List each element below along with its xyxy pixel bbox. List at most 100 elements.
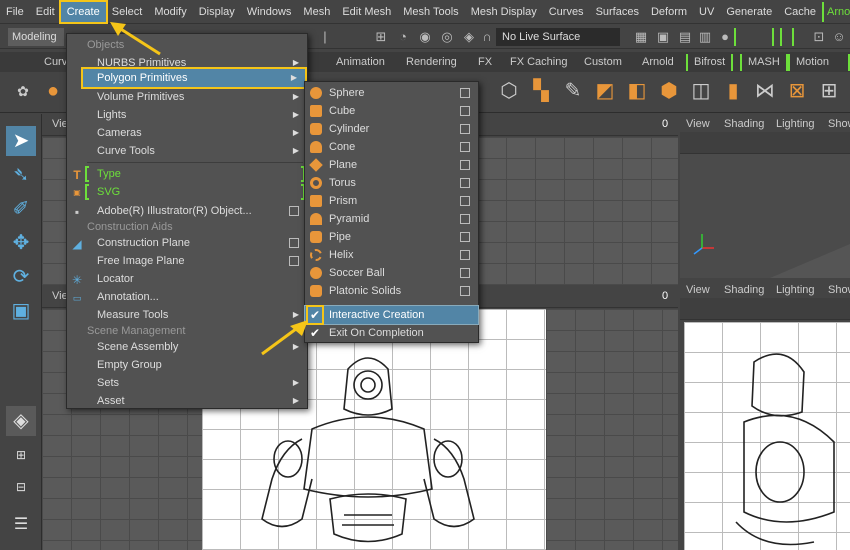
menu-select[interactable]: Select [106,2,149,22]
option-box-icon[interactable] [460,106,470,116]
bridge-icon[interactable]: ◧ [624,78,650,104]
poly-item-prism[interactable]: Prism [305,192,478,210]
vp-tr-lighting[interactable]: Lighting [776,118,815,130]
poly-item-cylinder[interactable]: Cylinder [305,120,478,138]
menu-curves[interactable]: Curves [543,2,590,22]
option-box-icon[interactable] [460,268,470,278]
option-box-icon[interactable] [460,214,470,224]
vp-br-shading[interactable]: Shading [724,284,764,296]
menu-generate[interactable]: Generate [720,2,778,22]
render-icon[interactable]: ▦ [632,28,650,46]
magnet-icon[interactable]: ∩ [478,28,496,46]
select-tool-icon[interactable]: ➤ [6,126,36,156]
ipr-icon[interactable]: ▤ [676,28,694,46]
option-box-icon[interactable] [460,286,470,296]
layout-four-icon[interactable]: ⊞ [6,440,36,470]
option-box-icon[interactable] [460,196,470,206]
snap-view-icon[interactable]: ◎ [438,28,456,46]
menu-item-empty-group[interactable]: Empty Group [67,356,307,374]
shelf-tab-arnold[interactable]: Arnold [636,54,680,71]
menu-uv[interactable]: UV [693,2,720,22]
snap-grid-icon[interactable]: ⊞ [372,28,390,46]
hypershade-icon[interactable]: ● [716,28,734,46]
menu-item-construction-plane[interactable]: ◢ Construction Plane [67,234,307,252]
character-icon[interactable]: ☺ [830,28,848,46]
poly-item-torus[interactable]: Torus [305,174,478,192]
menu-cache[interactable]: Cache [778,2,822,22]
poly-item-soccer-ball[interactable]: Soccer Ball [305,264,478,282]
menu-mesh[interactable]: Mesh [297,2,336,22]
target-weld-icon[interactable]: ⋈ [752,78,778,104]
menu-file[interactable]: File [0,2,30,22]
vp-br-view[interactable]: View [686,284,710,296]
shelf-tab-motion-graphics[interactable]: Motion Gra [788,54,850,85]
snap-point-icon[interactable]: ◉ [416,28,434,46]
insert-edge-icon[interactable]: ▮ [720,78,746,104]
poly-option-interactive-creation[interactable]: ✔ Interactive Creation [304,305,479,325]
poly-item-cube[interactable]: Cube [305,102,478,120]
menu-item-scene-assembly[interactable]: Scene Assembly ▶ [67,338,307,356]
option-box-icon[interactable] [289,256,299,266]
menu-arnold[interactable]: Arnold [822,1,850,22]
poly-item-plane[interactable]: Plane [305,156,478,174]
layout-single-icon[interactable]: ◈ [6,406,36,436]
menu-create[interactable]: Create [58,0,108,24]
menu-item-curve-tools[interactable]: Curve Tools ▶ [67,142,307,160]
render-settings-icon[interactable]: ▥ [696,28,714,46]
pencil-icon[interactable]: ✎ [560,78,586,104]
shelf-tab-bifrost[interactable]: Bifrost [686,54,734,71]
menu-display[interactable]: Display [193,2,241,22]
lasso-tool-icon[interactable]: ➴ [6,160,36,190]
shelf-settings-icon[interactable]: ✿ [10,78,36,104]
option-box-icon[interactable] [460,142,470,152]
bevel-icon[interactable]: ◩ [592,78,618,104]
menu-item-lights[interactable]: Lights ▶ [67,106,307,124]
menu-windows[interactable]: Windows [241,2,298,22]
menu-item-free-image-plane[interactable]: Free Image Plane [67,252,307,270]
scale-tool-icon[interactable]: ▣ [6,296,36,326]
option-box-icon[interactable] [460,88,470,98]
multicut-icon[interactable]: ◫ [688,78,714,104]
option-box-icon[interactable] [460,232,470,242]
live-surface-field[interactable]: No Live Surface [496,28,620,46]
paint-select-icon[interactable]: ✐ [6,194,36,224]
vp-br-lighting[interactable]: Lighting [776,284,815,296]
menu-item-svg[interactable]: ▣ SVG [67,183,307,201]
menu-edit[interactable]: Edit [30,2,61,22]
shelf-tab-rendering[interactable]: Rendering [400,54,463,71]
poly-option-exit-on-completion[interactable]: ✔ Exit On Completion [305,324,478,342]
snap-curve-icon[interactable]: ◔ [394,28,412,46]
vp-tr-view[interactable]: View [686,118,710,130]
menu-item-sets[interactable]: Sets ▶ [67,374,307,392]
combine-icon[interactable]: ▚ [528,78,554,104]
menu-item-annotation[interactable]: ▭ Annotation... [67,288,307,306]
menu-modify[interactable]: Modify [148,2,192,22]
extrude-icon[interactable]: ⬢ [656,78,682,104]
vp-tr-show[interactable]: Show [828,118,850,130]
viewport-top-right[interactable] [680,154,850,278]
poly-item-pyramid[interactable]: Pyramid [305,210,478,228]
menu-surfaces[interactable]: Surfaces [590,2,645,22]
render-region-icon[interactable]: ▣ [654,28,672,46]
menu-item-volume-primitives[interactable]: Volume Primitives ▶ [67,88,307,106]
poly-item-pipe[interactable]: Pipe [305,228,478,246]
option-box-icon[interactable] [289,206,299,216]
option-box-icon[interactable] [460,250,470,260]
shelf-tab-animation[interactable]: Animation [330,54,391,71]
snap-surface-icon[interactable]: ◈ [460,28,478,46]
shelf-tab-custom[interactable]: Custom [578,54,628,71]
uv-editor-icon[interactable]: ⊞ [816,78,842,104]
option-box-icon[interactable] [289,238,299,248]
poly-item-sphere[interactable]: Sphere [305,84,478,102]
menu-item-type[interactable]: T Type [67,165,307,183]
menu-item-asset[interactable]: Asset ▶ [67,392,307,410]
option-box-icon[interactable] [460,124,470,134]
menu-edit-mesh[interactable]: Edit Mesh [336,2,397,22]
option-box-icon[interactable] [460,160,470,170]
outliner-icon[interactable]: ☰ [6,510,36,540]
vp-br-show[interactable]: Show [828,284,850,296]
menu-mesh-tools[interactable]: Mesh Tools [397,2,464,22]
shelf-tab-mash[interactable]: MASH [740,54,788,71]
mode-dropdown[interactable]: Modeling [8,28,64,46]
menu-mesh-display[interactable]: Mesh Display [465,2,543,22]
